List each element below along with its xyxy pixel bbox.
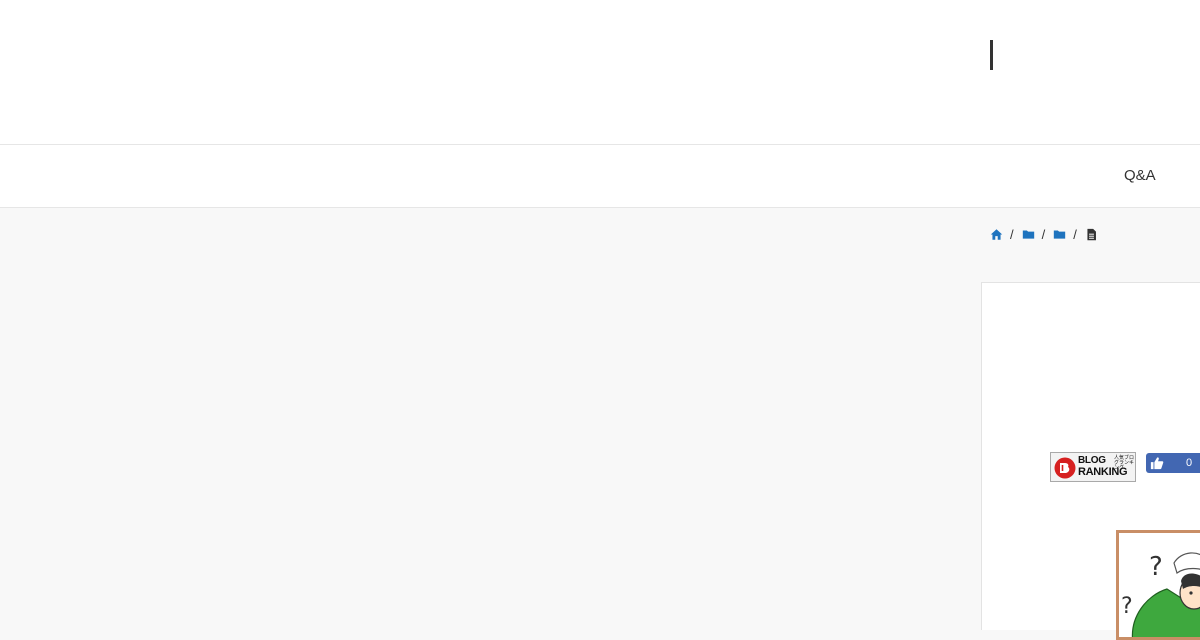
breadcrumb: / / / bbox=[990, 226, 1098, 242]
blog-ranking-logo-icon bbox=[1054, 457, 1076, 479]
site-header bbox=[0, 0, 1200, 145]
global-nav: Q&A bbox=[0, 145, 1200, 208]
breadcrumb-separator: / bbox=[1041, 226, 1046, 242]
site-logo[interactable] bbox=[990, 40, 993, 70]
nav-item-qa[interactable]: Q&A bbox=[1124, 167, 1156, 184]
facebook-like-button[interactable]: 0 bbox=[1146, 453, 1200, 473]
blog-ranking-text: RANKING bbox=[1078, 466, 1128, 478]
svg-text:?: ? bbox=[1149, 552, 1163, 582]
svg-text:?: ? bbox=[1121, 594, 1133, 619]
folder-icon[interactable] bbox=[1053, 228, 1066, 241]
file-icon bbox=[1085, 228, 1098, 241]
folder-icon[interactable] bbox=[1022, 228, 1035, 241]
article-card: BLOG 人気ブログランキング RANKING 0 ? ? bbox=[981, 282, 1200, 640]
like-count: 0 bbox=[1186, 457, 1193, 469]
breadcrumb-separator: / bbox=[1073, 226, 1077, 242]
blog-ranking-banner[interactable]: BLOG 人気ブログランキング RANKING bbox=[1050, 452, 1136, 482]
illustration-image: ? ? bbox=[1116, 530, 1200, 640]
thumbs-up-icon bbox=[1150, 457, 1164, 470]
blog-ranking-text: BLOG bbox=[1078, 455, 1106, 466]
breadcrumb-separator: / bbox=[1010, 226, 1014, 242]
home-icon[interactable] bbox=[990, 228, 1003, 241]
